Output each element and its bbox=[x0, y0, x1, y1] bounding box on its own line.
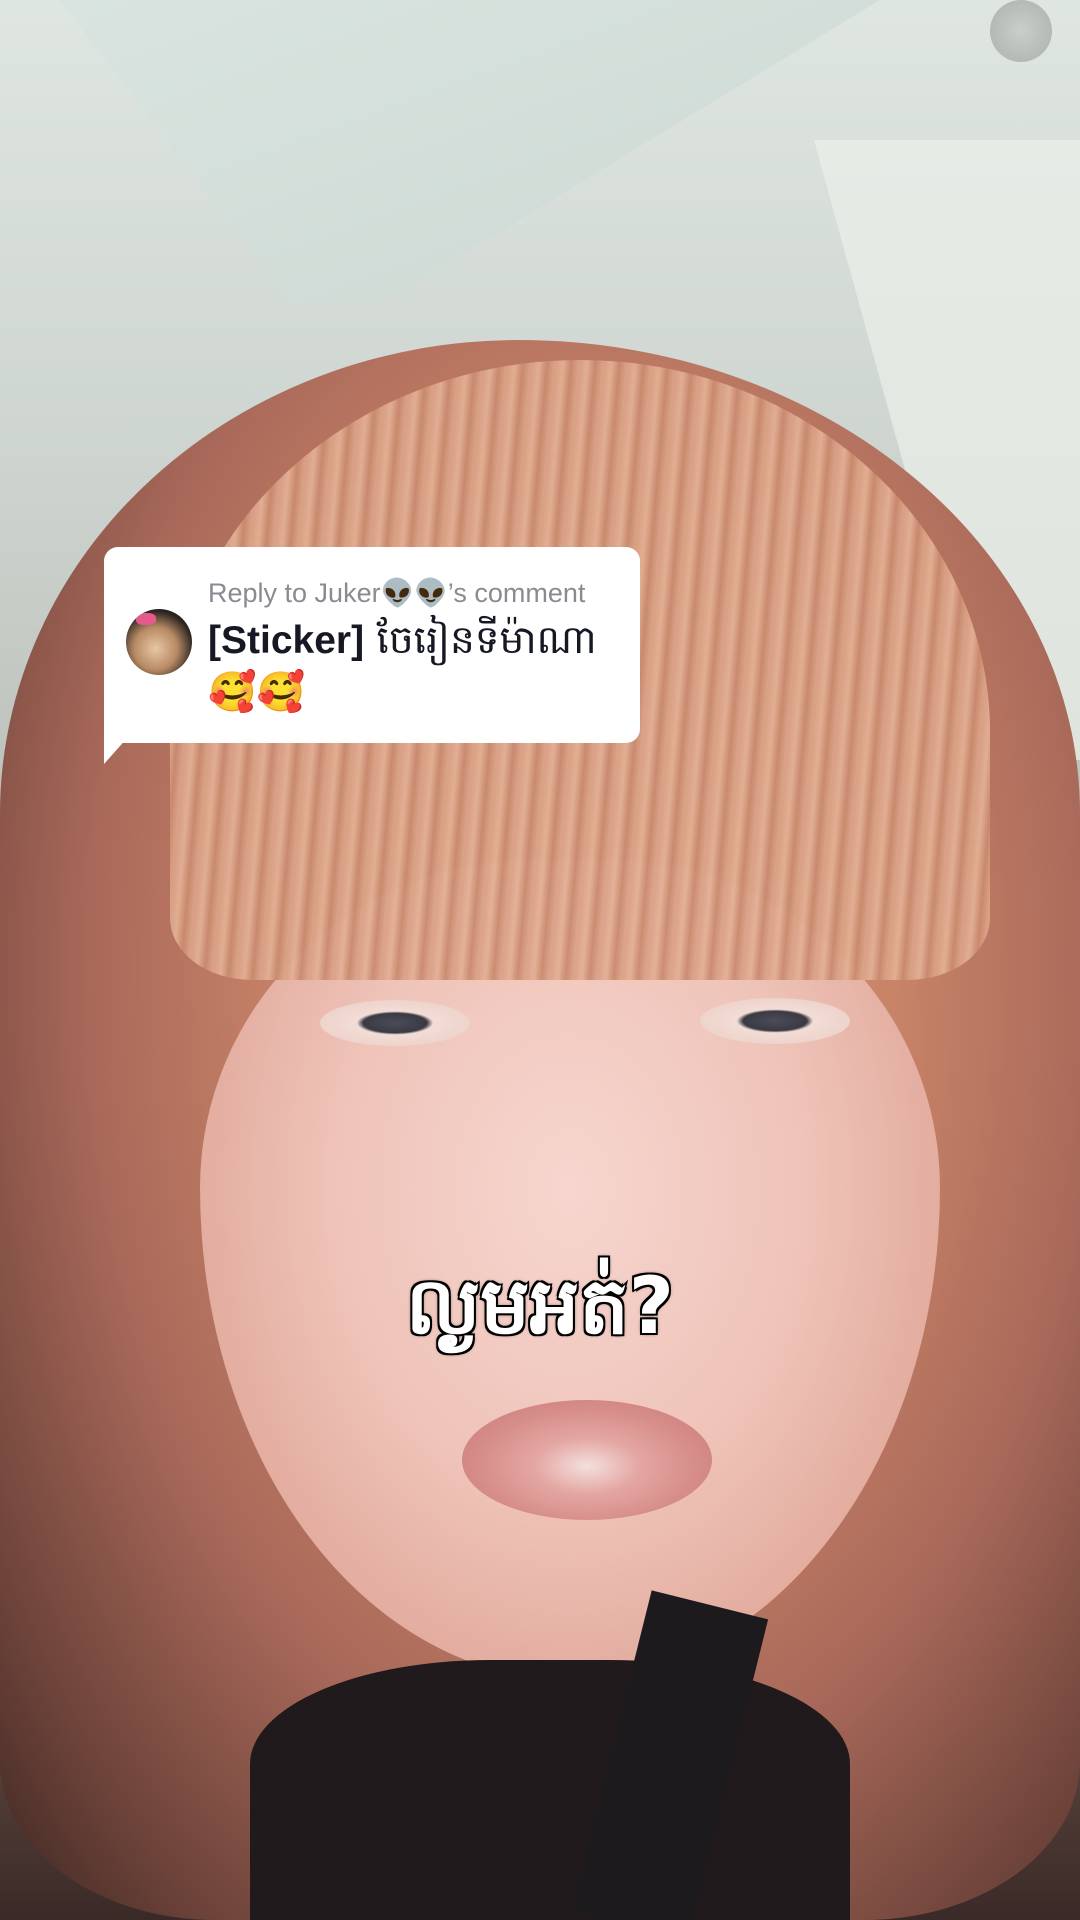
sticker-tag: [Sticker] bbox=[208, 619, 365, 662]
reply-comment-sticker[interactable]: Reply to Juker👽👽’s comment [Sticker] ចែរ… bbox=[104, 547, 640, 743]
ceiling-light bbox=[990, 0, 1052, 62]
video-player[interactable]: Reply to Juker👽👽’s comment [Sticker] ចែរ… bbox=[0, 0, 1080, 1920]
subject-lips bbox=[462, 1400, 712, 1520]
subject-top bbox=[250, 1660, 850, 1920]
subject-left-eye bbox=[320, 1000, 470, 1046]
reply-comment-text: [Sticker] ចែរៀនទីម៉ាណា🥰🥰 bbox=[208, 615, 618, 719]
avatar-bow-icon bbox=[136, 613, 156, 625]
reply-header: Reply to Juker👽👽’s comment bbox=[208, 578, 586, 608]
subject-right-eye bbox=[700, 998, 850, 1044]
reply-bubble-tail bbox=[104, 728, 136, 764]
background-ceiling bbox=[60, 0, 880, 300]
commenter-avatar[interactable] bbox=[126, 609, 192, 675]
video-caption: ល្ងមអត់? bbox=[404, 1261, 675, 1354]
